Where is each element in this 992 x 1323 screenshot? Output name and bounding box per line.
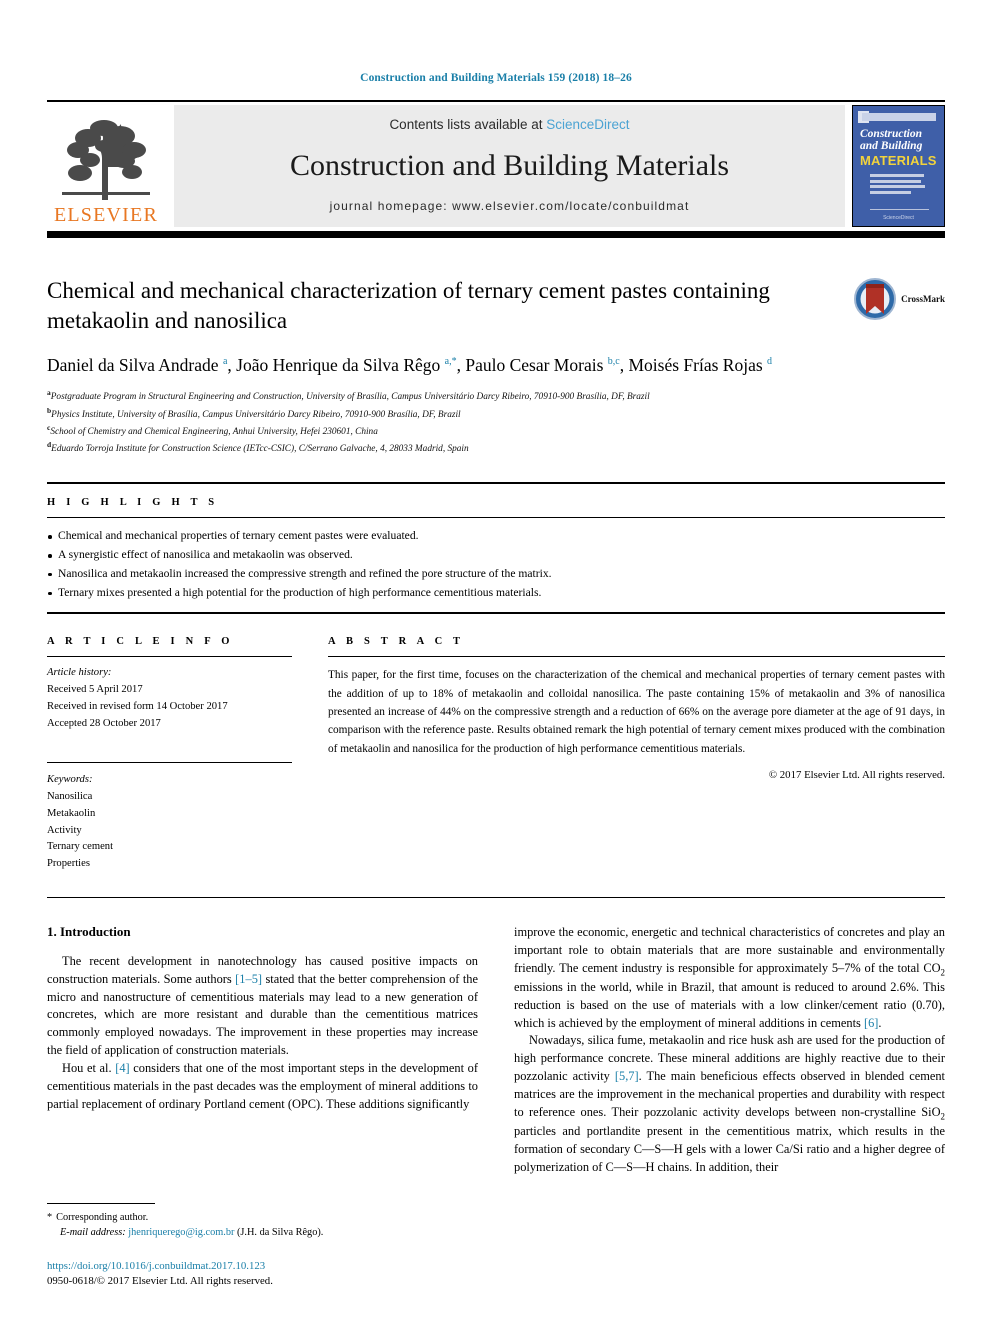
abstract-heading: A B S T R A C T <box>328 636 465 648</box>
keyword-item: Metakaolin <box>47 807 96 819</box>
keyword-item: Nanosilica <box>47 791 93 803</box>
paragraph: Nowadays, silica fume, metakaolin and ri… <box>514 1033 945 1174</box>
elsevier-wordmark: ELSEVIER <box>53 204 159 226</box>
affiliation-item: bPhysics Institute, University of Brasíl… <box>47 405 945 422</box>
cover-title-line2: and Building <box>860 140 923 152</box>
article-info-column: A R T I C L E I N F O Article history: R… <box>47 636 292 872</box>
body-top-rule <box>47 896 945 898</box>
journal-cover-thumbnail[interactable]: Construction and Building MATERIALS Scie… <box>852 105 945 227</box>
masthead-center: Contents lists available at ScienceDirec… <box>174 105 845 227</box>
cover-divider <box>870 209 929 210</box>
affiliation-text: Physics Institute, University of Brasíli… <box>51 409 461 420</box>
paragraph: improve the economic, energetic and tech… <box>514 924 945 1030</box>
keywords-block: Keywords: Nanosilica Metakaolin Activity… <box>47 763 292 872</box>
cover-title-line1: Construction <box>860 128 922 140</box>
keyword-item: Ternary cement <box>47 841 114 853</box>
page-title: Chemical and mechanical characterization… <box>47 278 770 334</box>
author-list: Daniel da Silva Andrade a, João Henrique… <box>47 354 773 375</box>
footnote-rule <box>47 1202 155 1204</box>
title-block: CrossMark Chemical and mechanical charac… <box>47 276 945 456</box>
sciencedirect-link[interactable]: ScienceDirect <box>546 117 629 132</box>
keyword-item: Properties <box>47 858 90 870</box>
cover-footer-text: ScienceDirect <box>883 215 914 221</box>
highlights-section: H I G H L I G H T S Chemical and mechani… <box>47 482 945 615</box>
crossmark-label: CrossMark <box>901 294 945 304</box>
corresponding-author-line: * Corresponding author. <box>47 1210 463 1225</box>
elsevier-logo: ELSEVIER <box>47 105 165 227</box>
paragraph: Hou et al. [4] considers that one of the… <box>47 1060 478 1111</box>
keyword-item: Activity <box>47 824 82 836</box>
article-history-item: Received 5 April 2017 <box>47 684 143 696</box>
journal-title: Construction and Building Materials <box>289 148 730 182</box>
body-column-left: 1. Introduction The recent development i… <box>47 924 478 1177</box>
doi-block: https://doi.org/10.1016/j.conbuildmat.20… <box>47 1259 463 1290</box>
cover-blurb-lines <box>870 174 929 202</box>
email-link[interactable]: jhenriquerego@ig.com.br <box>128 1227 234 1238</box>
affiliation-list: aPostgraduate Program in Structural Engi… <box>47 387 945 456</box>
affiliation-text: School of Chemistry and Chemical Enginee… <box>50 427 378 437</box>
paragraph: The recent development in nanotechnology… <box>47 953 478 1058</box>
doi-link[interactable]: https://doi.org/10.1016/j.conbuildmat.20… <box>47 1259 463 1275</box>
highlights-list: Chemical and mechanical properties of te… <box>47 518 945 612</box>
corresponding-author-note: * Corresponding author. E-mail address: j… <box>47 1210 463 1241</box>
body-column-right: improve the economic, energetic and tech… <box>514 924 945 1177</box>
crossmark-icon <box>854 278 897 320</box>
crossmark-badge[interactable]: CrossMark <box>854 278 945 320</box>
section-title-introduction: 1. Introduction <box>47 923 131 939</box>
footnote-block: * Corresponding author. E-mail address: j… <box>47 1202 463 1290</box>
contents-available-line: Contents lists available at ScienceDirec… <box>389 117 629 132</box>
email-label: E-mail address: <box>60 1227 126 1239</box>
elsevier-tree-icon <box>62 120 150 200</box>
affiliation-text: Eduardo Torroja Institute for Constructi… <box>51 444 469 455</box>
cover-top-bar <box>862 113 936 121</box>
article-history-block: Article history: Received 5 April 2017 R… <box>47 657 292 732</box>
affiliation-item: dEduardo Torroja Institute for Construct… <box>47 439 945 456</box>
article-history-item: Received in revised form 14 October 2017 <box>47 700 228 712</box>
masthead-bottom-bar <box>47 231 945 238</box>
abstract-column: A B S T R A C T This paper, for the firs… <box>328 636 945 872</box>
email-line: E-mail address: jhenriquerego@ig.com.br … <box>47 1225 463 1240</box>
keywords-label: Keywords: <box>47 774 93 786</box>
contents-prefix: Contents lists available at <box>389 117 547 132</box>
article-page: Construction and Building Materials 159 … <box>0 0 992 1323</box>
journal-masthead: ELSEVIER Contents lists available at Sci… <box>47 105 945 227</box>
abstract-text: This paper, for the first time, focuses … <box>328 669 945 755</box>
highlights-bottom-rule <box>47 612 945 615</box>
journal-homepage[interactable]: journal homepage: www.elsevier.com/locat… <box>330 199 690 213</box>
affiliation-item: cSchool of Chemistry and Chemical Engine… <box>47 422 945 439</box>
list-item: Nanosilica and metakaolin increased the … <box>47 565 945 584</box>
article-history-label: Article history: <box>47 667 112 679</box>
affiliation-text: Postgraduate Program in Structural Engin… <box>50 392 650 403</box>
copyright-line: © 2017 Elsevier Ltd. All rights reserved… <box>768 768 945 781</box>
list-item: Chemical and mechanical properties of te… <box>47 527 945 546</box>
body-columns: 1. Introduction The recent development i… <box>47 924 945 1177</box>
info-abstract-row: A R T I C L E I N F O Article history: R… <box>47 636 945 872</box>
list-item: A synergistic effect of nanosilica and m… <box>47 546 945 565</box>
cover-title-line3: MATERIALS <box>860 153 937 168</box>
article-history-item: Accepted 28 October 2017 <box>47 717 161 729</box>
email-owner: (J.H. da Silva Rêgo). <box>236 1227 324 1239</box>
article-info-heading: A R T I C L E I N F O <box>47 636 234 648</box>
highlights-heading: H I G H L I G H T S <box>47 497 219 509</box>
corresponding-text: Corresponding author. <box>56 1211 149 1223</box>
list-item: Ternary mixes presented a high potential… <box>47 584 945 603</box>
masthead-top-rule <box>47 100 945 102</box>
running-head: Construction and Building Materials 159 … <box>360 72 632 84</box>
corresponding-marker: * <box>47 1211 53 1223</box>
issn-copyright-line: 0950-0618/© 2017 Elsevier Ltd. All right… <box>47 1275 273 1288</box>
affiliation-item: aPostgraduate Program in Structural Engi… <box>47 387 945 404</box>
